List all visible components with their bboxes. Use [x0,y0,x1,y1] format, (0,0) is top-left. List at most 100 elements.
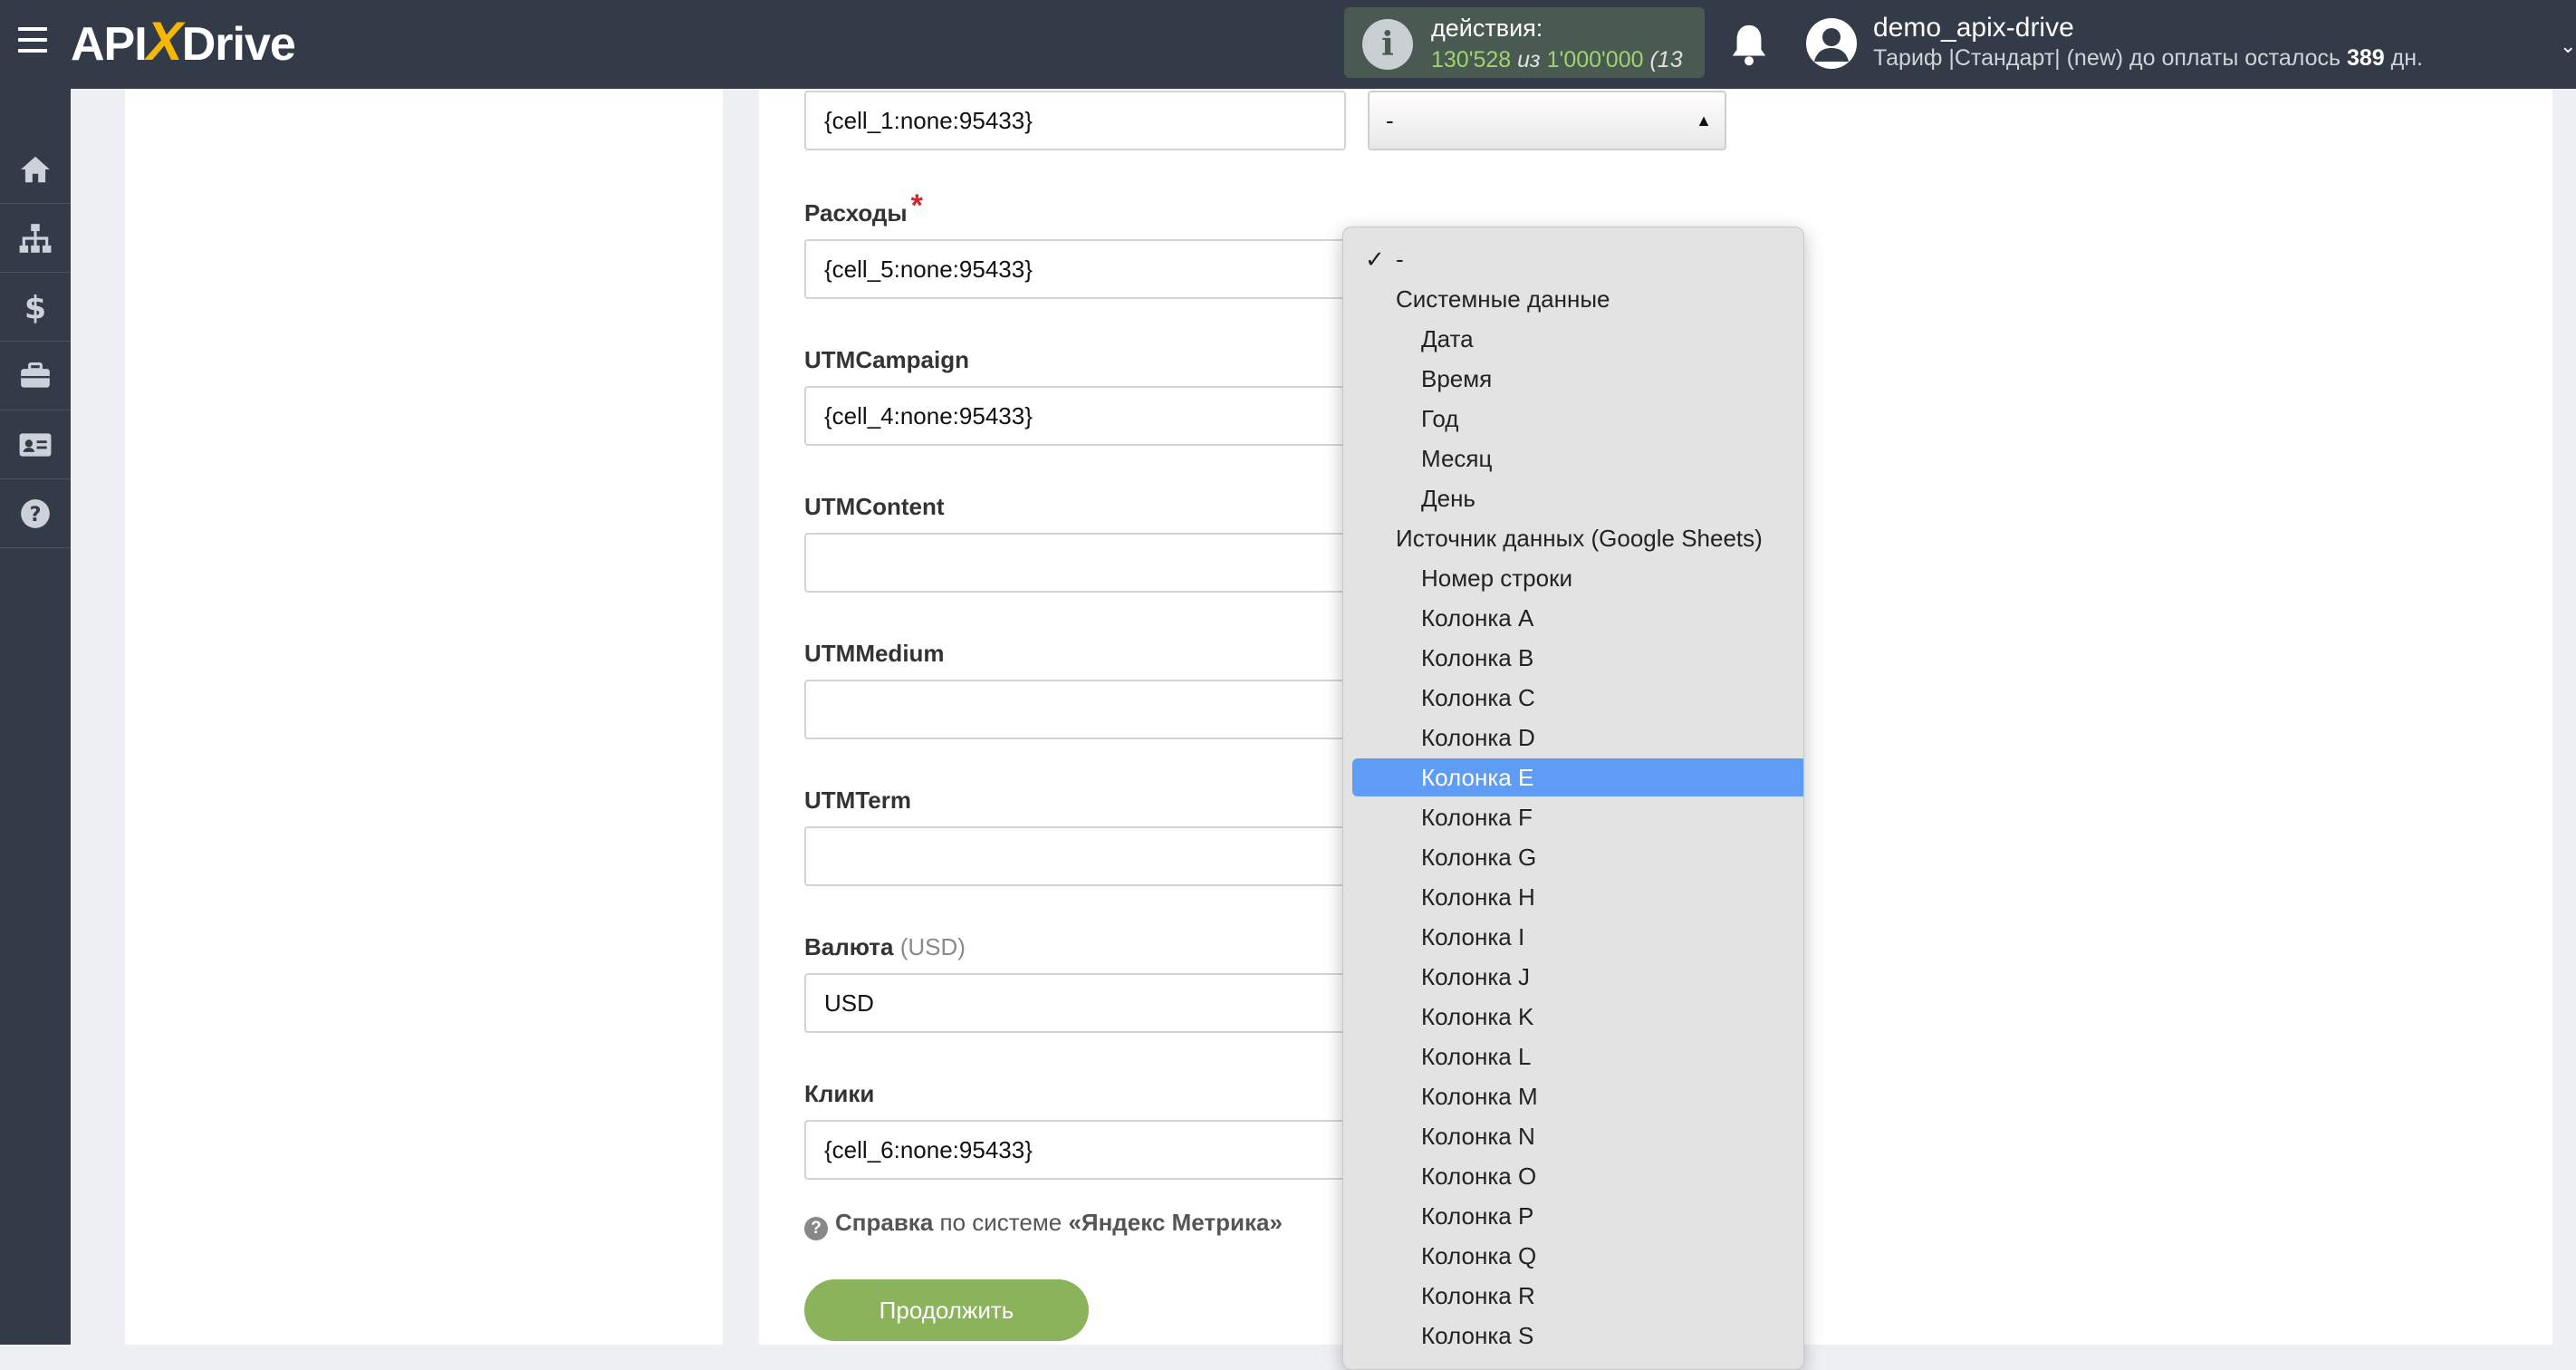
dropdown-option-label: Колонка P [1421,1202,1534,1230]
field-label-utm-campaign: UTMCampaign [804,346,969,373]
sidebar-item-billing[interactable]: $ [0,274,71,342]
sidebar-item-home[interactable] [0,136,71,204]
dollar-icon: $ [24,291,46,324]
top-field-input[interactable]: {cell_1:none:95433} [804,91,1346,150]
dropdown-option[interactable]: Колонка E [1352,758,1803,796]
svg-text:$: $ [24,291,46,324]
dropdown-option[interactable]: Год [1352,400,1803,438]
dropdown-option-label: Источник данных (Google Sheets) [1396,525,1763,552]
dropdown-option-label: Номер строки [1421,564,1572,592]
dropdown-option-label: Колонка D [1421,724,1535,751]
id-card-icon [19,433,52,457]
logo-api-text: API [71,18,148,71]
sidebar-item-structure[interactable] [0,205,71,273]
dropdown-option[interactable]: Колонка P [1352,1197,1803,1235]
tariff-info: Тариф |Стандарт| (new) до оплаты осталос… [1873,45,2423,72]
select-arrows-icon: ▲ [1696,111,1712,130]
sidebar-item-help[interactable]: ? [0,480,71,548]
dropdown-option[interactable]: Колонка I [1352,918,1803,956]
currency-input[interactable]: USD [804,973,1346,1033]
help-bold: Справка [835,1209,934,1236]
top-field-select[interactable]: - ▲ [1368,91,1726,150]
field-label-text: Расходы [804,199,908,227]
dropdown-option[interactable]: Колонка G [1352,838,1803,876]
dropdown-option-label: Время [1421,365,1493,392]
dropdown-option-label: Дата [1421,325,1474,352]
continue-button[interactable]: Продолжить [804,1279,1089,1341]
dropdown-option-label: Колонка S [1421,1322,1534,1349]
bell-icon[interactable] [1728,22,1770,67]
actions-value: 130'528 из 1'000'000 (13 [1431,47,1683,73]
dropdown-option-label: Колонка E [1421,764,1534,791]
field-label-currency: Валюта (USD) [804,933,966,961]
dropdown-option[interactable]: Месяц [1352,439,1803,478]
dropdown-option[interactable]: Колонка R [1352,1277,1803,1315]
sidebar-item-profile[interactable] [0,411,71,479]
dropdown-option[interactable]: Колонка N [1352,1117,1803,1155]
svg-text:?: ? [30,503,42,526]
dropdown-option[interactable]: Колонка K [1352,998,1803,1036]
top-select-value: - [1386,107,1394,134]
field-label-utm-term: UTMTerm [804,786,911,814]
dropdown-option-label: Колонка B [1421,644,1534,671]
actions-used: 130'528 [1431,47,1512,72]
dropdown-option-label: Колонка O [1421,1163,1537,1190]
logo-x-text: X [146,11,183,72]
dropdown-option[interactable]: ✓ - [1352,240,1803,278]
dropdown-option-label: Колонка C [1421,684,1535,711]
required-mark: * [910,188,923,223]
dropdown-option[interactable]: Колонка F [1352,798,1803,836]
utm-content-input[interactable] [804,533,1346,593]
utm-medium-input[interactable] [804,680,1346,739]
actions-of: из [1517,47,1541,72]
dropdown-option[interactable]: Колонка H [1352,878,1803,916]
info-icon: i [1362,19,1413,70]
dropdown-option[interactable]: Колонка L [1352,1037,1803,1076]
utm-campaign-input[interactable]: {cell_4:none:95433} [804,386,1346,446]
username[interactable]: demo_apix-drive [1873,13,2074,43]
dropdown-option[interactable]: Дата [1352,320,1803,358]
dropdown-option-label: Колонка Q [1421,1242,1537,1269]
tariff-unit: дн. [2390,45,2423,71]
expenses-input[interactable]: {cell_5:none:95433} [804,239,1346,299]
dropdown-option[interactable]: Номер строки [1352,559,1803,597]
dropdown-option[interactable]: Колонка J [1352,958,1803,996]
logo-drive-text: Drive [181,18,296,71]
dropdown-option[interactable]: День [1352,479,1803,517]
dropdown-option[interactable]: Время [1352,360,1803,398]
dropdown-option[interactable]: Колонка M [1352,1077,1803,1115]
chevron-down-icon[interactable]: ⌄ [2560,34,2576,58]
help-link[interactable]: ? Справка по системе «Яндекс Метрика» [804,1209,1283,1240]
dropdown-option[interactable]: Колонка B [1352,639,1803,677]
dropdown-option[interactable]: Колонка A [1352,599,1803,637]
field-label-expenses: Расходы * [804,188,923,229]
menu-icon[interactable] [18,27,47,54]
dropdown-option-label: День [1421,485,1475,512]
tariff-text: Тариф |Стандарт| (new) до оплаты осталос… [1873,45,2341,71]
dropdown-option: Системные данные [1352,280,1803,318]
sidebar-item-services[interactable] [0,342,71,410]
dropdown-option-label: Колонка I [1421,923,1525,950]
dropdown-option[interactable]: Колонка D [1352,719,1803,757]
top-bar: APIXDrive i действия: 130'528 из 1'000'0… [0,0,2576,89]
clicks-input[interactable]: {cell_6:none:95433} [804,1120,1346,1180]
actions-label: действия: [1431,14,1543,42]
briefcase-icon [21,362,50,388]
dropdown-option-label: Колонка H [1421,883,1535,911]
left-panel [125,89,723,1345]
field-dropdown-menu: ✓ - Системные данные Дата Время Год Месяц День И… [1342,227,1804,1370]
dropdown-option[interactable]: Колонка S [1352,1317,1803,1355]
avatar[interactable] [1806,18,1857,69]
logo[interactable]: APIXDrive [71,11,296,73]
dropdown-option[interactable]: Колонка Q [1352,1237,1803,1275]
sidebar: $ ? [0,89,71,1345]
dropdown-option-label: Системные данные [1396,285,1610,313]
dropdown-option-label: Год [1421,405,1459,432]
dropdown-option-label: Колонка F [1421,804,1533,831]
help-icon: ? [21,499,50,528]
home-icon [21,156,50,183]
utm-term-input[interactable] [804,826,1346,886]
dropdown-option: Источник данных (Google Sheets) [1352,519,1803,557]
dropdown-option[interactable]: Колонка O [1352,1157,1803,1195]
dropdown-option[interactable]: Колонка C [1352,679,1803,717]
